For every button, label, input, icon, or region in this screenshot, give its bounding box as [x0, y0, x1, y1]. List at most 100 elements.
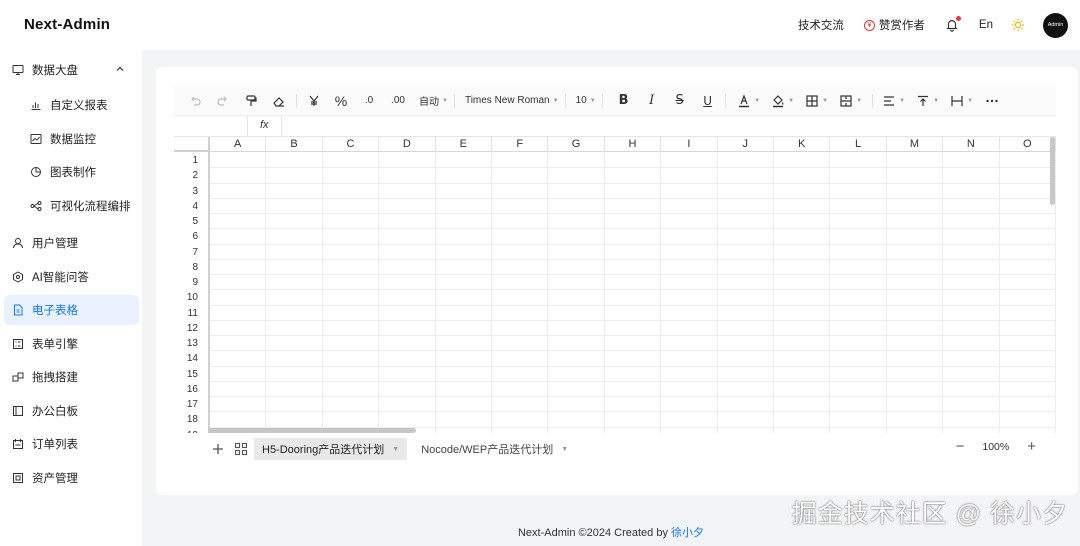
- sheet-list-icon[interactable]: [234, 442, 248, 456]
- row-header[interactable]: 13: [174, 336, 198, 351]
- row-header[interactable]: 17: [174, 397, 198, 412]
- decrease-decimal-button[interactable]: .0: [357, 91, 381, 111]
- select-all-corner[interactable]: [174, 137, 210, 152]
- text-wrap-icon[interactable]: ▼: [947, 91, 977, 111]
- caret-down-icon[interactable]: ▼: [561, 446, 568, 453]
- row-header[interactable]: 18: [174, 412, 198, 427]
- row-header[interactable]: 5: [174, 214, 198, 229]
- sidebar-item-ai-qa[interactable]: AI智能问答: [4, 262, 139, 292]
- formula-bar: fx: [174, 116, 1056, 137]
- row-header[interactable]: 11: [174, 306, 198, 321]
- merge-cells-icon[interactable]: ▼: [836, 91, 866, 111]
- fill-color-icon[interactable]: ▼: [768, 91, 798, 111]
- sidebar-item-orders[interactable]: 订单列表: [4, 429, 139, 459]
- undo-icon[interactable]: [184, 91, 206, 111]
- sheet-tab-label: Nocode/WEP产品迭代计划: [421, 444, 554, 456]
- row-header[interactable]: 16: [174, 382, 198, 397]
- eraser-icon[interactable]: [268, 91, 290, 111]
- sheet-tab-h5-dooring[interactable]: H5-Dooring产品迭代计划 ▼: [254, 438, 408, 460]
- column-header[interactable]: A: [210, 137, 267, 152]
- sidebar-item-spreadsheet[interactable]: 电子表格: [4, 295, 139, 325]
- column-header[interactable]: G: [548, 137, 605, 152]
- format-painter-icon[interactable]: [240, 91, 262, 111]
- sheet-tab-nocode-wep[interactable]: Nocode/WEP产品迭代计划 ▼: [413, 438, 576, 460]
- sidebar-item-drag-build[interactable]: 拖拽搭建: [4, 362, 139, 392]
- zoom-in-button[interactable]: +: [1027, 439, 1036, 454]
- bold-icon[interactable]: B: [613, 91, 635, 111]
- row-header[interactable]: 2: [174, 168, 198, 183]
- main-content: % .0 .00 自动 ▼ Times New Roman ▼ 10 ▼ B I S …: [142, 50, 1080, 546]
- row-header[interactable]: 14: [174, 351, 198, 366]
- sidebar-item-users[interactable]: 用户管理: [4, 228, 139, 258]
- column-header[interactable]: F: [492, 137, 549, 152]
- caret-down-icon[interactable]: ▼: [392, 446, 399, 453]
- percent-button[interactable]: %: [329, 91, 353, 111]
- row-header[interactable]: 15: [174, 367, 198, 382]
- row-gridline: [210, 258, 1056, 260]
- vertical-align-icon[interactable]: ▼: [913, 91, 943, 111]
- increase-decimal-button[interactable]: .00: [385, 91, 411, 111]
- avatar[interactable]: Admin: [1043, 12, 1068, 38]
- row-header[interactable]: 4: [174, 199, 198, 214]
- chevron-up-icon[interactable]: [115, 64, 125, 74]
- footer-author-link[interactable]: 徐小夕: [671, 527, 704, 539]
- caret-down-icon: ▼: [552, 97, 559, 104]
- row-header[interactable]: 9: [174, 275, 198, 290]
- row-header[interactable]: 10: [174, 290, 198, 305]
- font-family-select[interactable]: Times New Roman ▼: [465, 91, 559, 111]
- column-header[interactable]: I: [661, 137, 718, 152]
- sponsor-link[interactable]: ¥ 赞赏作者: [863, 17, 925, 33]
- column-header[interactable]: J: [717, 137, 774, 152]
- more-icon[interactable]: [981, 91, 1003, 111]
- row-header[interactable]: 3: [174, 184, 198, 199]
- column-header[interactable]: K: [774, 137, 831, 152]
- strikethrough-icon[interactable]: S: [669, 91, 691, 111]
- sidebar-item-flow-editor[interactable]: 可视化流程编排: [4, 191, 139, 221]
- row-header[interactable]: 19: [174, 428, 198, 434]
- sun-icon[interactable]: [1011, 18, 1025, 32]
- font-size-select[interactable]: 10 ▼: [576, 91, 596, 111]
- sidebar-item-chart-maker[interactable]: 图表制作: [4, 157, 139, 187]
- tech-exchange-link[interactable]: 技术交流: [798, 17, 844, 33]
- number-format-select[interactable]: 自动 ▼: [419, 91, 448, 111]
- sidebar-item-form-engine[interactable]: 表单引擎: [4, 329, 139, 359]
- row-header[interactable]: 1: [174, 153, 198, 168]
- cell-name-box[interactable]: [174, 116, 248, 136]
- column-header[interactable]: H: [604, 137, 662, 152]
- language-switch[interactable]: En: [979, 19, 993, 31]
- column-header[interactable]: D: [379, 137, 436, 152]
- column-header[interactable]: O: [999, 137, 1056, 152]
- sidebar-item-data-monitor[interactable]: 数据监控: [4, 124, 139, 154]
- sidebar-item-assets[interactable]: 资产管理: [4, 463, 139, 493]
- sidebar-item-custom-report[interactable]: 自定义报表: [4, 90, 139, 120]
- column-header[interactable]: C: [322, 137, 380, 152]
- column-header[interactable]: B: [266, 137, 323, 152]
- number-format-value: 自动: [419, 97, 439, 108]
- cell-grid[interactable]: A B C D E F G H I J K L M N O 1 2 3 4 5 6 7 8 9 10 11 12 13 14 15 16 17…: [174, 137, 1056, 433]
- redo-icon[interactable]: [212, 91, 234, 111]
- horizontal-scrollbar[interactable]: [208, 428, 416, 433]
- column-gridline: [378, 152, 380, 433]
- zoom-out-button[interactable]: −: [956, 439, 965, 454]
- font-color-icon[interactable]: ▼: [734, 91, 764, 111]
- sidebar-item-dashboard[interactable]: 数据大盘: [4, 55, 139, 85]
- add-sheet-icon[interactable]: [210, 441, 226, 457]
- sidebar-item-whiteboard[interactable]: 办公白板: [4, 396, 139, 426]
- align-left-icon[interactable]: ▼: [879, 91, 909, 111]
- vertical-scrollbar[interactable]: [1050, 137, 1055, 205]
- sidebar-item-label: 资产管理: [32, 473, 78, 485]
- app-logo[interactable]: Next-Admin: [24, 16, 110, 33]
- row-header[interactable]: 6: [174, 229, 198, 244]
- column-header[interactable]: E: [435, 137, 492, 152]
- row-header[interactable]: 8: [174, 260, 198, 275]
- italic-icon[interactable]: I: [641, 91, 663, 111]
- currency-icon[interactable]: [303, 91, 325, 111]
- row-header[interactable]: 12: [174, 321, 198, 336]
- column-header[interactable]: L: [830, 137, 887, 152]
- column-header[interactable]: N: [943, 137, 1000, 152]
- underline-icon[interactable]: U: [697, 91, 719, 111]
- row-header[interactable]: 7: [174, 245, 198, 260]
- bell-icon[interactable]: [945, 16, 961, 32]
- border-icon[interactable]: ▼: [802, 91, 832, 111]
- column-header[interactable]: M: [886, 137, 944, 152]
